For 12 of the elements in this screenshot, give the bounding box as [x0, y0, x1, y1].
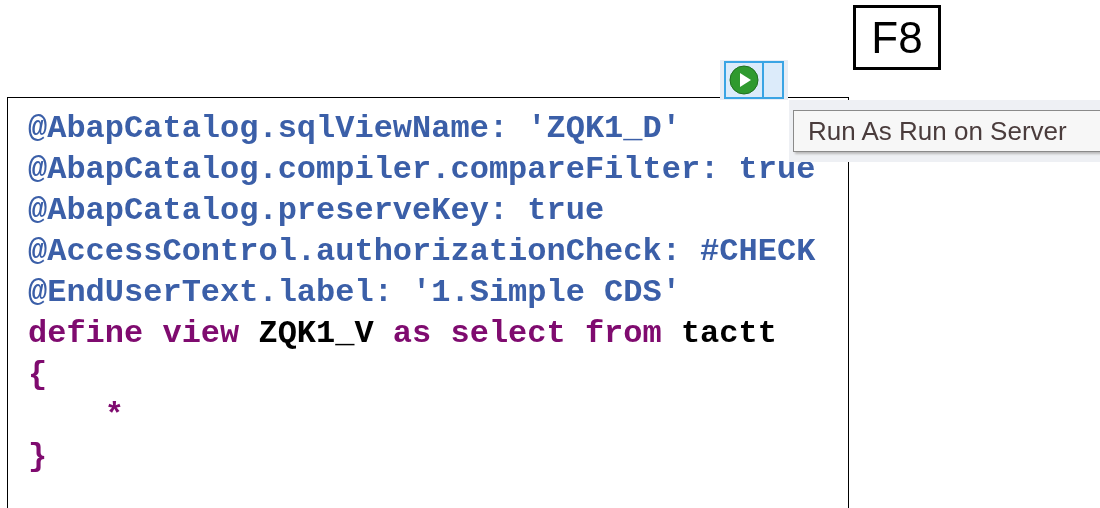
code-line: { [28, 355, 48, 395]
run-button[interactable] [720, 60, 788, 100]
code-line: * [103, 396, 124, 436]
code-line: @AccessControl.authorizationCheck: #CHECK [28, 232, 816, 272]
code-line: } [28, 437, 48, 477]
code-line: @AbapCatalog.sqlViewName: 'ZQK1_D' [28, 109, 681, 149]
key-label: F8 [853, 5, 941, 70]
code-line: @EndUserText.label: '1.Simple CDS' [28, 273, 681, 313]
play-icon [729, 65, 759, 95]
code-line: define view ZQK1_V as select from tactt [28, 314, 777, 354]
code-line: @AbapCatalog.preserveKey: true [28, 191, 605, 231]
tooltip: Run As Run on Server [789, 100, 1100, 162]
